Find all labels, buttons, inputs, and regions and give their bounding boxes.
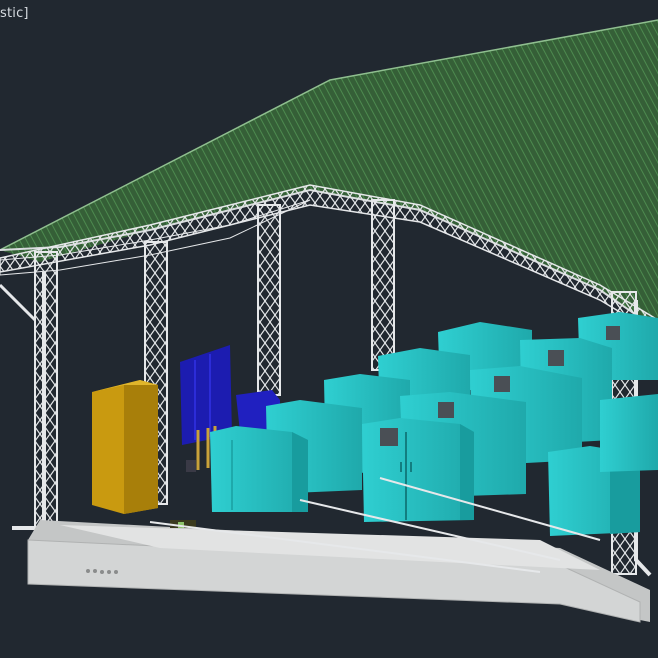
- cad-3d-model[interactable]: [0, 0, 658, 658]
- roof: [0, 19, 658, 331]
- model-viewport[interactable]: stic]: [0, 0, 658, 658]
- viewport-style-label[interactable]: stic]: [0, 6, 29, 21]
- gold-cabinet: [92, 380, 158, 514]
